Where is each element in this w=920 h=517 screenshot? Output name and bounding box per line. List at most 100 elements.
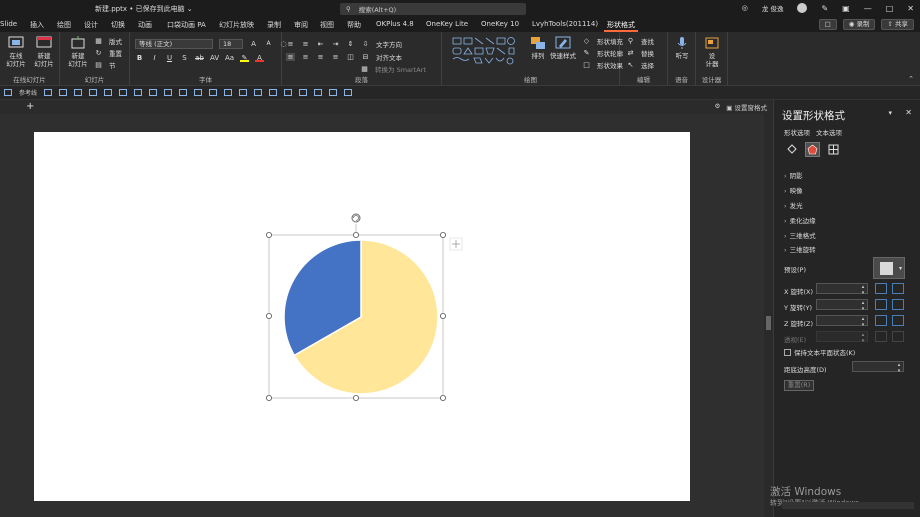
rotate-handle[interactable] bbox=[351, 213, 361, 223]
narrow-field-icon[interactable] bbox=[875, 331, 887, 342]
rotate-up-icon[interactable] bbox=[875, 299, 887, 310]
bring-front-tool-icon[interactable] bbox=[194, 89, 203, 96]
ungroup-tool-icon[interactable] bbox=[179, 89, 188, 96]
pane-horizontal-scrollbar[interactable] bbox=[782, 502, 914, 509]
new-tab-plus-icon[interactable]: + bbox=[26, 101, 34, 112]
keep-text-flat-checkbox[interactable]: 保持文本平面状态(K) bbox=[784, 347, 855, 357]
quick-styles-button[interactable]: 快速样式 bbox=[548, 36, 578, 60]
tab-shape-format[interactable]: 形状格式 bbox=[607, 20, 635, 30]
text-direction-button[interactable]: ⇩ 文字方向 bbox=[361, 39, 402, 49]
scroll-thumb[interactable] bbox=[766, 316, 771, 330]
align-right-icon[interactable]: ≡ bbox=[316, 53, 325, 61]
justify-icon[interactable]: ≡ bbox=[331, 53, 340, 61]
numbering-icon[interactable]: ≡ bbox=[301, 40, 310, 48]
send-back-tool-icon[interactable] bbox=[209, 89, 218, 96]
fill-line-icon[interactable] bbox=[784, 142, 799, 157]
shape-outline-button[interactable]: ✎ 形状轮廓 bbox=[582, 48, 623, 58]
tab-text-options[interactable]: 文本选项 bbox=[816, 127, 842, 137]
new-slide-beta-button[interactable]: 新建 幻灯片 bbox=[32, 36, 56, 68]
align-bottom-tool-icon[interactable] bbox=[119, 89, 128, 96]
align-text-button[interactable]: ⊟ 对齐文本 bbox=[361, 52, 402, 62]
reset-button[interactable]: ↻ 重置 bbox=[94, 48, 122, 58]
distribute-v-tool-icon[interactable] bbox=[149, 89, 158, 96]
crop-tool-icon[interactable] bbox=[329, 89, 338, 96]
pen-icon[interactable]: ✎ bbox=[821, 4, 828, 13]
increase-font-icon[interactable]: A bbox=[249, 40, 258, 48]
rotate-cw-icon[interactable] bbox=[892, 315, 904, 326]
search-input[interactable]: ⚲ 搜索(Alt+Q) bbox=[340, 3, 526, 15]
underline-icon[interactable]: U bbox=[165, 54, 174, 62]
collapse-ribbon-icon[interactable]: ⌃ bbox=[908, 75, 914, 83]
tab-help[interactable]: 帮助 bbox=[347, 20, 361, 30]
resize-handle-nw[interactable] bbox=[265, 232, 272, 239]
distribute-h-tool-icon[interactable] bbox=[134, 89, 143, 96]
group-tool-icon[interactable] bbox=[164, 89, 173, 96]
bullets-icon[interactable]: ≡ bbox=[286, 40, 295, 48]
shadow-icon[interactable]: S bbox=[180, 54, 189, 62]
bold-icon[interactable]: B bbox=[135, 54, 144, 62]
perspective-input[interactable] bbox=[816, 331, 868, 344]
rotate-ccw-icon[interactable] bbox=[875, 315, 887, 326]
pane-options-chevron-icon[interactable]: ▾ bbox=[888, 109, 892, 117]
distance-from-ground-input[interactable] bbox=[852, 361, 904, 374]
resize-handle-n[interactable] bbox=[352, 232, 359, 239]
tab-shape-options[interactable]: 形状选项 bbox=[784, 127, 810, 137]
fragment-tool-icon[interactable] bbox=[254, 89, 263, 96]
select-button[interactable]: ↖ 选择 bbox=[626, 60, 654, 70]
tab-view[interactable]: 视图 bbox=[320, 20, 334, 30]
tab-animations[interactable]: 动画 bbox=[138, 20, 152, 30]
tab-record[interactable]: 录制 bbox=[267, 20, 281, 30]
subtract-tool-icon[interactable] bbox=[284, 89, 293, 96]
char-spacing-icon[interactable]: AV bbox=[210, 54, 219, 62]
resize-handle-se[interactable] bbox=[439, 394, 446, 401]
online-slides-button[interactable]: 在线 幻灯片 bbox=[4, 36, 28, 68]
layout-button[interactable]: ▦ 版式 bbox=[94, 36, 122, 46]
rotate-tool-icon[interactable] bbox=[299, 89, 308, 96]
align-left-icon[interactable]: ≡ bbox=[286, 53, 295, 61]
mic-icon[interactable]: ◎ bbox=[742, 4, 748, 12]
rotate-left-icon[interactable] bbox=[875, 283, 887, 294]
x-rotation-input[interactable] bbox=[816, 283, 868, 296]
restore-pane-button[interactable]: ▣ 设置窗格式 bbox=[726, 102, 767, 112]
slide[interactable] bbox=[34, 132, 690, 501]
tab-onekey-10[interactable]: OneKey 10 bbox=[481, 20, 519, 28]
share-button[interactable]: ⇧ 共享 bbox=[881, 19, 914, 30]
tab-pocket-animation[interactable]: 口袋动画 PA bbox=[167, 20, 206, 30]
comments-button[interactable]: □ bbox=[818, 19, 837, 30]
size-tool-icon[interactable] bbox=[344, 89, 353, 96]
tab-slide[interactable]: Slide bbox=[0, 20, 17, 28]
record-button[interactable]: ◉ 录制 bbox=[842, 19, 876, 30]
z-rotation-input[interactable] bbox=[816, 315, 868, 328]
tab-onekey-lite[interactable]: OneKey Lite bbox=[426, 20, 468, 28]
section-glow[interactable]: 发光 bbox=[784, 200, 803, 210]
resize-handle-sw[interactable] bbox=[265, 394, 272, 401]
change-case-icon[interactable]: Aa bbox=[225, 54, 234, 62]
shapes-gallery[interactable] bbox=[452, 37, 516, 67]
tab-okplus[interactable]: OKPlus 4.8 bbox=[376, 20, 414, 28]
highlight-icon[interactable]: ✎ bbox=[240, 54, 249, 62]
union-tool-icon[interactable] bbox=[224, 89, 233, 96]
size-properties-icon[interactable] bbox=[826, 142, 841, 157]
line-spacing-icon[interactable]: ⇕ bbox=[346, 40, 355, 48]
decrease-indent-icon[interactable]: ⇤ bbox=[316, 40, 325, 48]
arrange-button[interactable]: 排列 bbox=[526, 36, 550, 60]
section-soft-edges[interactable]: 柔化边缘 bbox=[784, 215, 816, 225]
layout-options-plus-icon[interactable] bbox=[449, 237, 463, 251]
section-button[interactable]: ▤ 节 bbox=[94, 60, 115, 70]
avatar[interactable] bbox=[797, 3, 808, 13]
minimize-button[interactable]: — bbox=[864, 4, 872, 13]
smartart-button[interactable]: ▦ 转换为 SmartArt bbox=[360, 64, 426, 74]
font-name-select[interactable]: 等线 (正文) bbox=[135, 39, 213, 49]
resize-handle-w[interactable] bbox=[265, 312, 272, 319]
reset-rotation-button[interactable]: 重置(R) bbox=[784, 380, 814, 391]
rotate-right-icon[interactable] bbox=[892, 283, 904, 294]
increase-indent-icon[interactable]: ⇥ bbox=[331, 40, 340, 48]
decrease-font-icon[interactable]: A bbox=[264, 40, 273, 48]
close-icon[interactable]: ✕ bbox=[905, 108, 912, 117]
shape-fill-button[interactable]: ◇ 形状填充 bbox=[582, 36, 623, 46]
strikethrough-icon[interactable]: ab bbox=[195, 54, 204, 62]
resize-handle-ne[interactable] bbox=[439, 232, 446, 239]
tab-lvyhtools[interactable]: LvyhTools(201114) bbox=[532, 20, 598, 28]
columns-icon[interactable]: ◫ bbox=[346, 53, 355, 61]
vertical-scrollbar[interactable] bbox=[764, 114, 773, 517]
